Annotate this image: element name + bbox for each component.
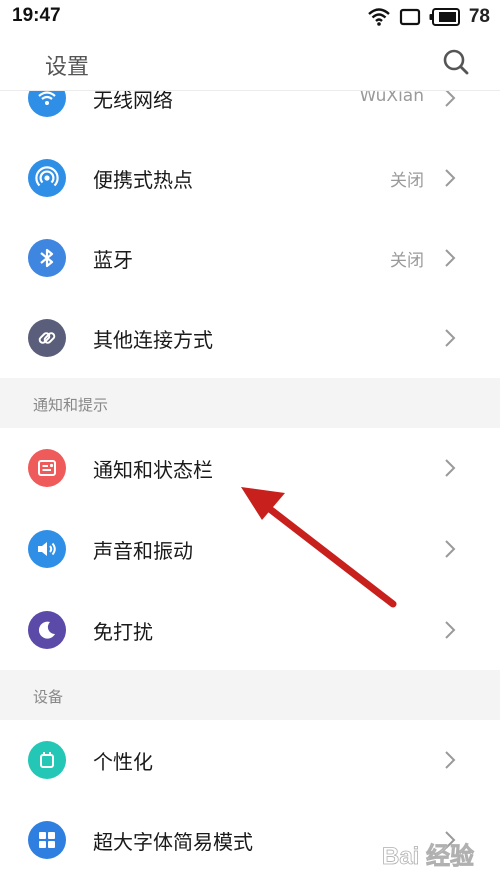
speaker-icon	[28, 530, 66, 568]
grid-icon	[28, 821, 66, 859]
battery-icon	[429, 8, 460, 26]
setting-label: 通知和状态栏	[93, 458, 213, 482]
setting-label: 个性化	[93, 750, 153, 774]
search-icon[interactable]	[441, 47, 471, 77]
hotspot-icon	[28, 159, 66, 197]
section-title: 设备	[33, 688, 64, 706]
status-time: 19:47	[12, 5, 61, 26]
wifi-signal-icon	[368, 8, 390, 26]
setting-row-do-not-disturb[interactable]: 免打扰	[0, 590, 500, 670]
chevron-right-icon	[445, 459, 456, 477]
setting-label: 超大字体简易模式	[93, 830, 253, 854]
page-title: 设置	[45, 55, 90, 80]
setting-value: 关闭	[390, 171, 424, 191]
personalize-icon	[28, 741, 66, 779]
setting-row-bluetooth[interactable]: 蓝牙 关闭	[0, 218, 500, 298]
setting-value: 关闭	[390, 251, 424, 271]
setting-label: 蓝牙	[93, 248, 133, 272]
notification-icon	[28, 449, 66, 487]
setting-label: 声音和振动	[93, 539, 193, 563]
setting-label: 其他连接方式	[93, 328, 213, 352]
link-icon	[28, 319, 66, 357]
setting-label: 免打扰	[93, 620, 153, 644]
setting-row-hotspot[interactable]: 便携式热点 关闭	[0, 138, 500, 218]
chevron-right-icon	[445, 621, 456, 639]
section-title: 通知和提示	[33, 396, 109, 414]
bluetooth-icon	[28, 239, 66, 277]
moon-icon	[28, 611, 66, 649]
chevron-right-icon	[445, 169, 456, 187]
status-icons: 78	[367, 6, 490, 28]
section-header-notifications: 通知和提示	[0, 378, 500, 428]
app-header: 设置	[0, 36, 500, 91]
section-header-device: 设备	[0, 670, 500, 720]
setting-label: 便携式热点	[93, 168, 193, 192]
setting-row-sound-vibration[interactable]: 声音和振动	[0, 509, 500, 589]
chevron-right-icon	[445, 249, 456, 267]
setting-row-personalize[interactable]: 个性化	[0, 720, 500, 800]
setting-row-other-connections[interactable]: 其他连接方式	[0, 298, 500, 378]
chevron-right-icon	[445, 540, 456, 558]
svg-text:Bai 经验: Bai 经验	[382, 842, 474, 870]
chevron-right-icon	[445, 329, 456, 347]
screen-icon	[399, 8, 420, 26]
setting-row-notification-statusbar[interactable]: 通知和状态栏	[0, 428, 500, 508]
chevron-right-icon	[445, 751, 456, 769]
battery-level: 78	[468, 6, 490, 27]
baidu-watermark-logo: Bai 经验	[382, 842, 475, 871]
status-bar: 19:47 78	[0, 0, 500, 36]
